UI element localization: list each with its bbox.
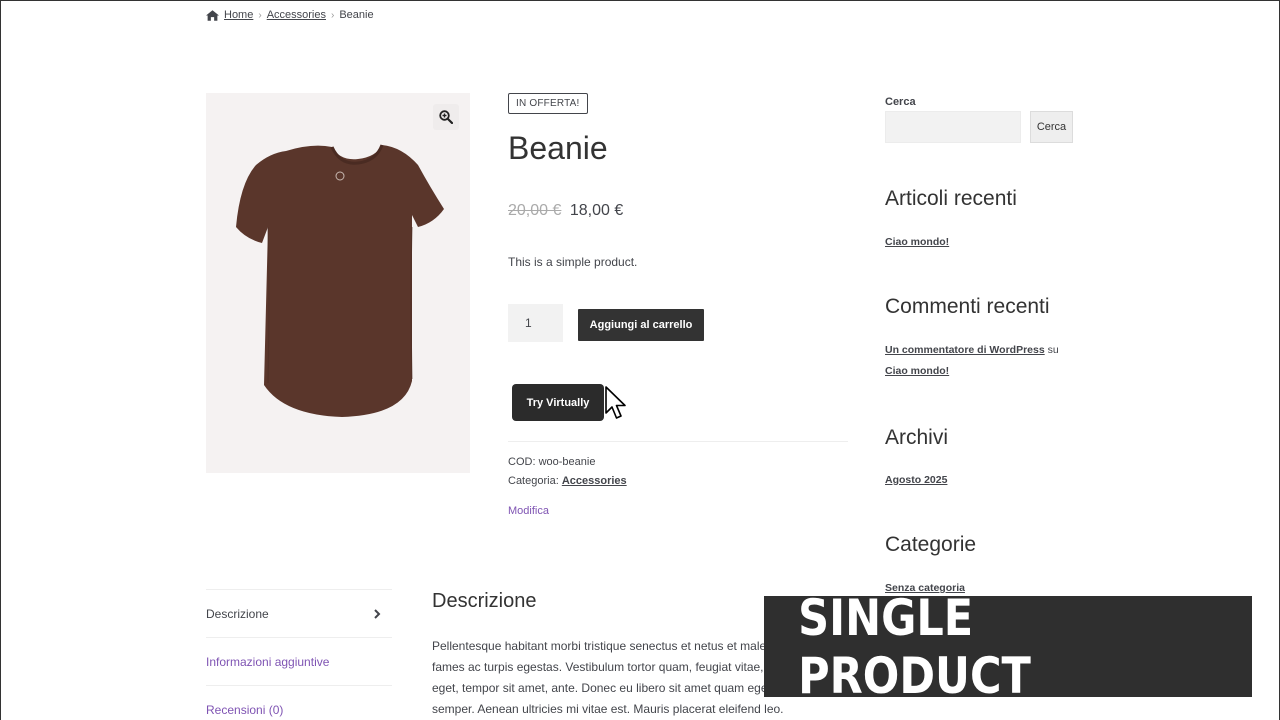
title-overlay: SINGLE PRODUCT xyxy=(764,589,1252,705)
comment-author-link[interactable]: Un commentatore di WordPress xyxy=(885,344,1045,356)
breadcrumb-home-link[interactable]: Home xyxy=(224,9,253,21)
comment-on-text: su xyxy=(1047,344,1059,356)
tab-label: Recensioni (0) xyxy=(206,702,284,717)
try-virtually-button[interactable]: Try Virtually xyxy=(512,384,604,421)
old-price: 20,00 € xyxy=(508,202,562,219)
breadcrumb-separator: › xyxy=(330,9,335,21)
search-button[interactable]: Cerca xyxy=(1030,111,1073,143)
breadcrumb-current: Beanie xyxy=(339,9,374,21)
product-gallery xyxy=(206,93,470,473)
tab-label: Informazioni aggiuntive xyxy=(206,654,330,669)
product-category: Categoria: Accessories xyxy=(508,475,627,487)
zoom-icon xyxy=(439,110,453,124)
recent-post-link[interactable]: Ciao mondo! xyxy=(885,236,949,248)
add-to-cart-button[interactable]: Aggiungi al carrello xyxy=(578,309,704,341)
sale-price: 18,00 € xyxy=(569,202,624,219)
sku-label: COD: xyxy=(508,456,536,468)
search-input[interactable] xyxy=(885,111,1021,143)
breadcrumb: Home › Accessories › Beanie xyxy=(206,9,374,21)
product-image[interactable] xyxy=(234,143,446,423)
sale-badge: IN OFFERTA! xyxy=(508,93,588,114)
product-price: 20,00 € 18,00 € xyxy=(508,202,623,220)
product-sku: COD: woo-beanie xyxy=(508,456,595,468)
product-title: Beanie xyxy=(508,130,608,166)
short-description: This is a simple product. xyxy=(508,255,638,269)
tab-reviews[interactable]: Recensioni (0) xyxy=(206,686,392,720)
tab-label: Descrizione xyxy=(206,606,269,621)
breadcrumb-separator: › xyxy=(258,9,262,21)
categories-title: Categorie xyxy=(885,533,977,556)
home-icon xyxy=(206,9,219,21)
archive-link[interactable]: Agosto 2025 xyxy=(885,474,947,486)
zoom-button[interactable] xyxy=(433,104,459,130)
recent-comments-title: Commenti recenti xyxy=(885,295,1050,318)
recent-comment: Un commentatore di WordPress su xyxy=(885,344,1059,356)
mouse-cursor-icon xyxy=(605,386,626,419)
breadcrumb-category-link[interactable]: Accessories xyxy=(267,9,326,21)
search-label: Cerca xyxy=(885,96,916,108)
product-tabs: Descrizione Informazioni aggiuntive Rece… xyxy=(206,589,392,720)
meta-divider xyxy=(508,441,848,442)
category-label: Categoria: xyxy=(508,475,559,487)
archives-title: Archivi xyxy=(885,426,949,449)
tab-additional-info[interactable]: Informazioni aggiuntive xyxy=(206,638,392,686)
sku-value: woo-beanie xyxy=(538,456,596,468)
recent-posts-title: Articoli recenti xyxy=(885,187,1017,210)
category-link[interactable]: Accessories xyxy=(562,475,627,487)
comment-post-link[interactable]: Ciao mondo! xyxy=(885,365,949,377)
quantity-input[interactable] xyxy=(508,304,563,342)
description-title: Descrizione xyxy=(432,590,537,612)
overlay-text: SINGLE PRODUCT xyxy=(798,588,1031,705)
edit-link[interactable]: Modifica xyxy=(508,505,549,517)
chevron-right-icon xyxy=(374,608,381,619)
tab-description[interactable]: Descrizione xyxy=(206,590,392,638)
